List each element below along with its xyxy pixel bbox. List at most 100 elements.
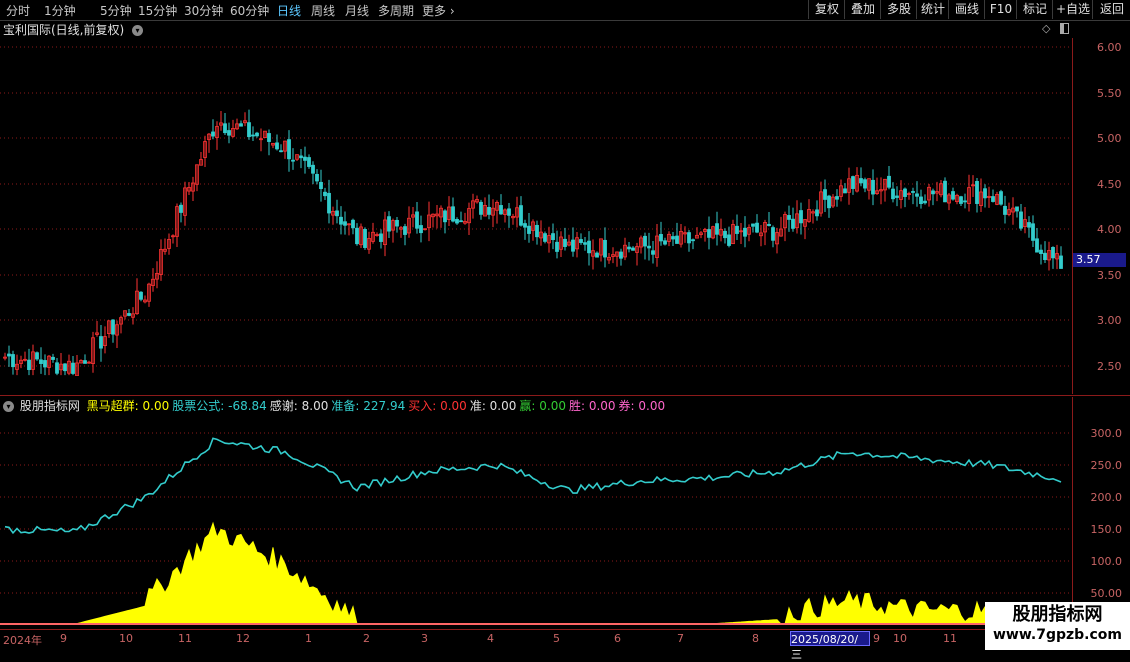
candle-body (459, 220, 463, 223)
candle-body (975, 181, 979, 204)
candle-body (39, 359, 43, 364)
indicator-value-8: 券: 0.00 (618, 399, 666, 413)
candle-body (963, 200, 967, 203)
candle-body (323, 191, 327, 197)
time-axis-label: 2 (363, 632, 370, 645)
candle-body (287, 139, 291, 160)
candle-body (535, 224, 539, 238)
candle-body (891, 188, 895, 200)
indicator-value-4: 买入: 0.00 (408, 399, 467, 413)
price-axis-label: 2.50 (1097, 360, 1122, 373)
candle-body (55, 362, 59, 374)
candle-body (943, 180, 947, 203)
indicator-axis-label: 100.0 (1090, 555, 1123, 568)
chevron-down-icon[interactable]: ▾ (3, 401, 14, 412)
candle-body (1003, 205, 1007, 215)
candle-body (1051, 247, 1055, 259)
candle-body (951, 191, 955, 200)
candle-body (1031, 223, 1035, 241)
candle-body (247, 122, 251, 138)
candle-body (279, 150, 283, 153)
candle-body (999, 191, 1003, 205)
watermark-logo: 股朋指标网 www.7gpzb.com (985, 602, 1130, 650)
candle-body (527, 225, 531, 234)
candle-body (419, 225, 423, 234)
price-axis-label: 5.50 (1097, 87, 1122, 100)
candle-body (551, 233, 555, 241)
candle-body (499, 205, 503, 215)
candle-body (1035, 238, 1039, 253)
time-axis-label: 12 (236, 632, 250, 645)
candle-body (387, 216, 391, 232)
candle-body (43, 360, 47, 368)
candle-body (931, 190, 935, 195)
candle-body (395, 219, 399, 227)
candle-body (307, 157, 311, 167)
candle-body (743, 227, 747, 237)
time-axis-label: 2024年 (3, 634, 42, 647)
candle-body (351, 219, 355, 229)
candle-body (631, 247, 635, 251)
indicator-value-5: 准: 0.00 (469, 399, 517, 413)
candle-body (291, 159, 295, 162)
candle-body (363, 228, 367, 248)
candle-body (1019, 211, 1023, 229)
candle-body (179, 204, 183, 213)
candle-body (1015, 206, 1019, 212)
indicator-value-7: 胜: 0.00 (568, 399, 616, 413)
candle-body (303, 156, 307, 161)
candle-body (343, 221, 347, 226)
candle-body (735, 225, 739, 234)
current-price-tag: 3.57 (1073, 253, 1126, 267)
price-axis-label: 6.00 (1097, 41, 1122, 54)
candle-body (51, 356, 55, 360)
candle-body (991, 196, 995, 202)
indicator-header: ▾ 股朋指标网 黑马超群: 0.00 股票公式: -68.84 感谢: 8.00 准备… (0, 397, 671, 414)
time-axis-label: 11 (943, 632, 957, 645)
candle-body (127, 313, 131, 316)
time-axis-border (0, 629, 1130, 630)
candle-body (959, 196, 963, 204)
candle-body (7, 353, 11, 357)
kline-chart[interactable] (0, 0, 1130, 650)
candle-body (327, 192, 331, 214)
candle-body (587, 240, 591, 254)
candle-body (555, 241, 559, 252)
candle-body (99, 336, 103, 349)
candle-body (675, 235, 679, 244)
candle-body (835, 196, 839, 200)
time-axis-label: 7 (677, 632, 684, 645)
candle-body (727, 234, 731, 246)
candle-body (1043, 252, 1047, 261)
candle-body (255, 132, 259, 137)
candle-body (923, 200, 927, 204)
candle-body (791, 218, 795, 229)
candle-body (827, 195, 831, 209)
candle-body (335, 210, 339, 217)
time-axis-label: 8 (752, 632, 759, 645)
candle-body (707, 229, 711, 238)
candle-body (315, 173, 319, 182)
watermark-url: www.7gpzb.com (992, 627, 1122, 643)
candle-body (823, 189, 827, 200)
candle-body (63, 363, 67, 372)
candle-body (111, 319, 115, 335)
candle-body (843, 188, 847, 194)
candle-body (919, 196, 923, 204)
indicator-value-1: 股票公式: -68.84 (172, 399, 267, 413)
candle-body (787, 215, 791, 220)
indicator-line (4, 437, 1062, 535)
candle-body (659, 234, 663, 242)
candle-body (1027, 222, 1031, 228)
candle-body (851, 176, 855, 189)
price-axis-label: 4.50 (1097, 178, 1122, 191)
indicator-axis-label: 250.0 (1090, 459, 1123, 472)
candle-body (507, 208, 511, 216)
candle-body (579, 239, 583, 243)
candle-body (723, 230, 727, 239)
candle-body (871, 179, 875, 195)
candle-body (379, 233, 383, 242)
candle-body (715, 223, 719, 235)
price-axis-border (1072, 38, 1073, 394)
indicator-axis-label: 50.00 (1090, 587, 1123, 600)
